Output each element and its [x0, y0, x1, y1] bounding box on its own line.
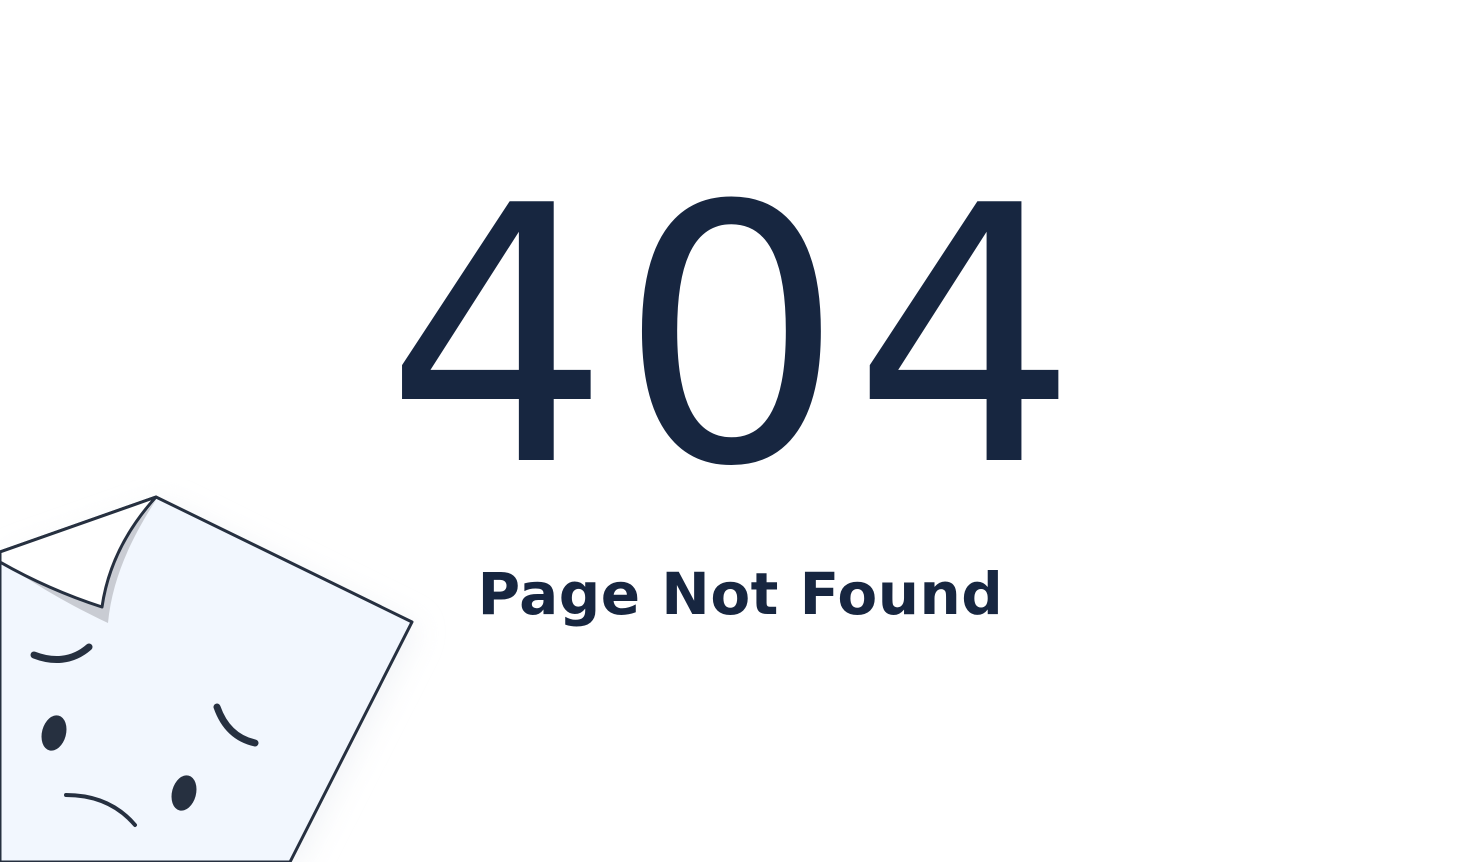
not-found-page: 404 Page Not Found — [0, 0, 1471, 862]
sad-page-icon — [0, 480, 460, 862]
error-code-heading: 404 — [384, 130, 1087, 544]
